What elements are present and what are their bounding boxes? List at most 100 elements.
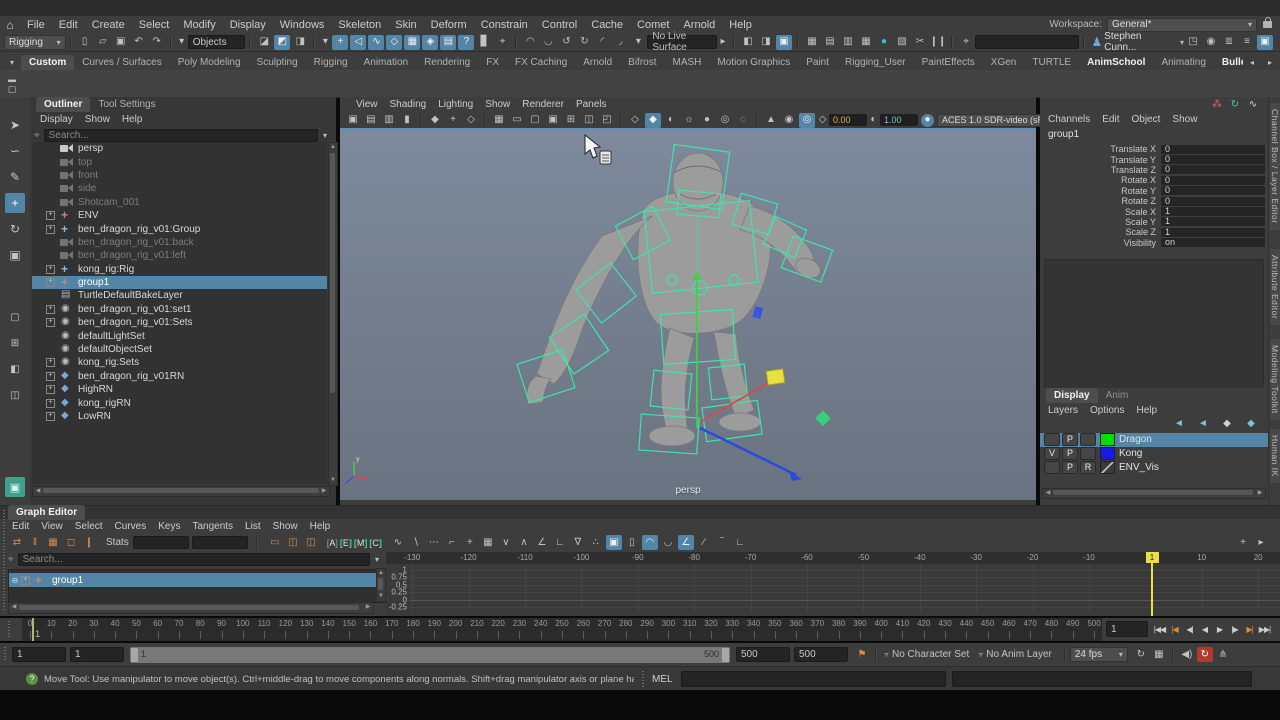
- input-operations-icon[interactable]: ▤: [440, 35, 456, 50]
- menu-show[interactable]: Show: [1166, 114, 1203, 125]
- menu-view[interactable]: View: [350, 99, 384, 110]
- live-surface-arrow-icon[interactable]: ▸: [718, 35, 728, 50]
- grease-pencil-icon[interactable]: ◇: [463, 113, 479, 128]
- workspace-dropdown[interactable]: General*▾: [1107, 18, 1257, 32]
- resample-curve-icon[interactable]: ∧: [516, 535, 532, 550]
- mel-label[interactable]: MEL: [652, 674, 673, 685]
- layer-row-env_vis[interactable]: PRENV_Vis: [1040, 461, 1268, 475]
- 2d-pan-zoom-icon[interactable]: +: [445, 113, 461, 128]
- select-hierarchy-icon[interactable]: ◪: [256, 35, 272, 50]
- menu-help[interactable]: Help: [722, 19, 759, 31]
- channel-label[interactable]: Scale Y: [1044, 217, 1161, 227]
- outliner-item-defaultlightset[interactable]: defaultLightSet: [32, 329, 327, 342]
- isolate-select-icon[interactable]: ◎: [799, 113, 815, 128]
- bookmarks-icon[interactable]: ▮: [399, 113, 415, 128]
- anim-layer-dropdown[interactable]: No Anim Layer: [986, 649, 1052, 660]
- right-tab-attribute-editor[interactable]: Attribute Editor: [1270, 249, 1280, 325]
- outliner-item-top[interactable]: top: [32, 155, 327, 168]
- menu-edit[interactable]: Edit: [52, 19, 85, 31]
- bookmark-key-icon[interactable]: ⚑: [854, 647, 870, 662]
- insert-key-icon[interactable]: ⌐: [444, 535, 460, 550]
- current-frame-field[interactable]: 1: [1106, 621, 1148, 637]
- camera-attributes-icon[interactable]: ▥: [381, 113, 397, 128]
- channel-value-field[interactable]: 1: [1161, 228, 1265, 237]
- shelf-tab-paint[interactable]: Paint: [798, 55, 837, 70]
- post-infinity-cycle-icon[interactable]: ◡: [660, 535, 676, 550]
- outliner-item-front[interactable]: front: [32, 169, 327, 182]
- redo-icon[interactable]: ↷: [149, 35, 165, 50]
- right-tab-channel-box-layer-editor[interactable]: Channel Box / Layer Editor: [1270, 103, 1280, 230]
- bookmark-c-button[interactable]: C: [369, 538, 382, 548]
- outliner-item-highrn[interactable]: +HighRN: [32, 383, 327, 396]
- resolution-gate-icon[interactable]: ▢: [527, 113, 543, 128]
- lock-tangent-weight-icon[interactable]: ∴: [588, 535, 604, 550]
- render-view-icon[interactable]: ▦: [804, 35, 820, 50]
- move-layer-up-icon[interactable]: ◄: [1171, 417, 1187, 432]
- menu-edit[interactable]: Edit: [6, 521, 35, 532]
- layer-mode-cell[interactable]: [1080, 447, 1096, 460]
- graph-playhead-flag[interactable]: 1: [1146, 552, 1159, 563]
- maya-logo-icon[interactable]: ⌂: [0, 18, 20, 32]
- animation-end-field[interactable]: 500: [794, 647, 848, 662]
- soft-select-icon[interactable]: ◠: [522, 35, 538, 50]
- stats-time-field[interactable]: [133, 536, 189, 549]
- channel-label[interactable]: Scale Z: [1044, 227, 1161, 237]
- viewport-canvas[interactable]: y persp: [340, 128, 1036, 500]
- step-back-key-button[interactable]: |◀: [1167, 621, 1182, 637]
- split-pane-layout-icon[interactable]: ◧: [5, 359, 25, 379]
- flat-tangent-icon[interactable]: ‾: [714, 535, 730, 550]
- menu-view[interactable]: View: [35, 521, 69, 532]
- search-options-icon[interactable]: ▾: [319, 128, 331, 143]
- playback-end-field[interactable]: 500: [736, 647, 790, 662]
- menu-lighting[interactable]: Lighting: [432, 99, 479, 110]
- right-tab-human-ik[interactable]: Human IK: [1270, 429, 1280, 483]
- pane-right-icon[interactable]: ◨: [758, 35, 774, 50]
- menu-object[interactable]: Object: [1126, 114, 1167, 125]
- selection-mask-menu-icon[interactable]: ▾: [177, 35, 187, 50]
- shelf-tab-fx[interactable]: FX: [478, 55, 507, 70]
- go-to-start-button[interactable]: |◀◀: [1152, 621, 1167, 637]
- step-forward-frame-button[interactable]: |▶: [1227, 621, 1242, 637]
- outliner-search-input[interactable]: Search...: [44, 129, 318, 142]
- magnet-menu-icon[interactable]: ▾: [630, 35, 646, 50]
- pane-left-icon[interactable]: ◧: [740, 35, 756, 50]
- free-tangent-weight-icon[interactable]: ∇: [570, 535, 586, 550]
- mel-command-input[interactable]: [681, 671, 946, 687]
- move-layer-down-icon[interactable]: ◄: [1195, 417, 1211, 432]
- open-scene-icon[interactable]: ▱: [95, 35, 111, 50]
- shadows-icon[interactable]: ●: [699, 113, 715, 128]
- menu-select[interactable]: Select: [69, 521, 109, 532]
- pre-infinity-cycle-icon[interactable]: ◠: [642, 535, 658, 550]
- select-object-icon[interactable]: ◩: [274, 35, 290, 50]
- play-backwards-button[interactable]: ◀: [1197, 621, 1212, 637]
- layer-hscrollbar[interactable]: ◀ ▶: [1042, 488, 1266, 499]
- menu-display[interactable]: Display: [34, 114, 79, 125]
- shelf-tab-poly-modeling[interactable]: Poly Modeling: [170, 55, 249, 70]
- menu-tangents[interactable]: Tangents: [186, 521, 239, 532]
- menu-cache[interactable]: Cache: [584, 19, 630, 31]
- channel-value-field[interactable]: 0: [1161, 176, 1265, 185]
- layer-playback-cell[interactable]: P: [1062, 447, 1078, 460]
- graph-curve-area[interactable]: -130-120-110-100-90-80-70-60-50-40-30-20…: [386, 552, 1280, 616]
- menu-arnold[interactable]: Arnold: [676, 19, 722, 31]
- shelf-tab-curves-surfaces[interactable]: Curves / Surfaces: [74, 55, 169, 70]
- cut-render-icon[interactable]: ✂: [912, 35, 928, 50]
- tab-anim-layers[interactable]: Anim: [1098, 388, 1137, 403]
- outliner-item-persp[interactable]: persp: [32, 142, 327, 155]
- menu-keys[interactable]: Keys: [152, 521, 186, 532]
- ipr-render-icon[interactable]: ▥: [840, 35, 856, 50]
- expand-icon[interactable]: +: [46, 305, 55, 314]
- snap-menu-icon[interactable]: ▾: [320, 35, 330, 50]
- lock-camera-icon[interactable]: ▤: [363, 113, 379, 128]
- pick-render-region-icon[interactable]: ⌖: [958, 35, 974, 50]
- expand-icon[interactable]: +: [46, 225, 55, 234]
- layer-visibility-cell[interactable]: [1044, 461, 1060, 474]
- menu-windows[interactable]: Windows: [273, 19, 332, 31]
- channel-label[interactable]: Rotate Y: [1044, 186, 1161, 196]
- attribute-spreadsheet-icon[interactable]: ≣: [1221, 35, 1237, 50]
- outliner-item-kong-rigrn[interactable]: +kong_rigRN: [32, 396, 327, 409]
- expand-icon[interactable]: +: [46, 385, 55, 394]
- step-back-frame-button[interactable]: ◀|: [1182, 621, 1197, 637]
- frame-playback-icon[interactable]: ◫: [285, 535, 301, 550]
- snap-projected-center-icon[interactable]: ◇: [386, 35, 402, 50]
